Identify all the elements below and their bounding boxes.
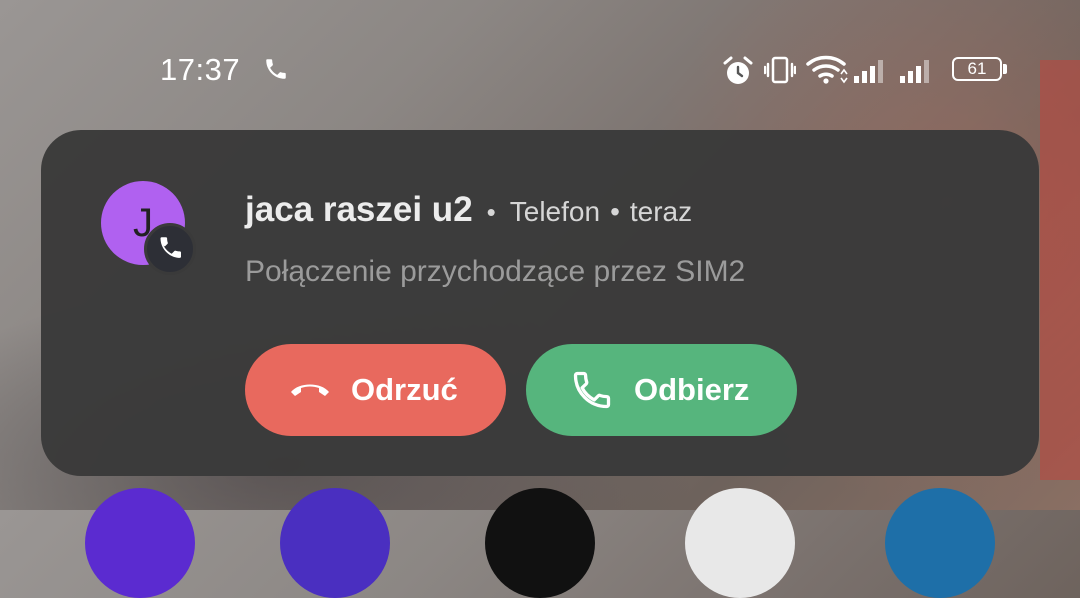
app-name: Telefon	[509, 196, 601, 227]
phone-icon	[266, 59, 286, 79]
decline-label: Odrzuć	[351, 372, 458, 407]
dock-app-1[interactable]	[85, 488, 195, 598]
alarm-icon	[723, 56, 753, 84]
phone-answer-icon	[573, 371, 611, 409]
signal-sim1-icon	[854, 60, 883, 83]
battery-cap	[1003, 64, 1007, 74]
wifi-icon	[806, 55, 848, 84]
notification-time: teraz	[629, 196, 693, 227]
accept-label: Odbierz	[634, 372, 750, 407]
separator-dot-2: •	[610, 196, 620, 227]
caller-name: jaca raszei u2	[245, 190, 473, 229]
decline-button[interactable]: Odrzuć	[245, 344, 506, 436]
vibrate-icon	[764, 56, 796, 84]
dock-app-5[interactable]	[885, 488, 995, 598]
notification-header: jaca raszei u2 • Telefon • teraz	[245, 190, 692, 238]
incoming-call-notification[interactable]	[41, 130, 1039, 476]
status-time: 17:37	[160, 52, 241, 87]
dock-app-3[interactable]	[485, 488, 595, 598]
notification-message: Połączenie przychodzące przez SIM2	[245, 255, 746, 288]
phone-badge-icon	[160, 237, 181, 258]
signal-sim2-icon	[900, 60, 929, 83]
dock-app-4[interactable]	[685, 488, 795, 598]
battery-icon: 61	[952, 57, 1002, 81]
status-bar: 17:37 61	[0, 0, 1080, 130]
avatar-phone-badge	[144, 223, 196, 275]
hang-up-icon	[291, 384, 329, 396]
separator-dot: •	[486, 197, 496, 227]
dock-app-2[interactable]	[280, 488, 390, 598]
accept-button[interactable]: Odbierz	[526, 344, 797, 436]
